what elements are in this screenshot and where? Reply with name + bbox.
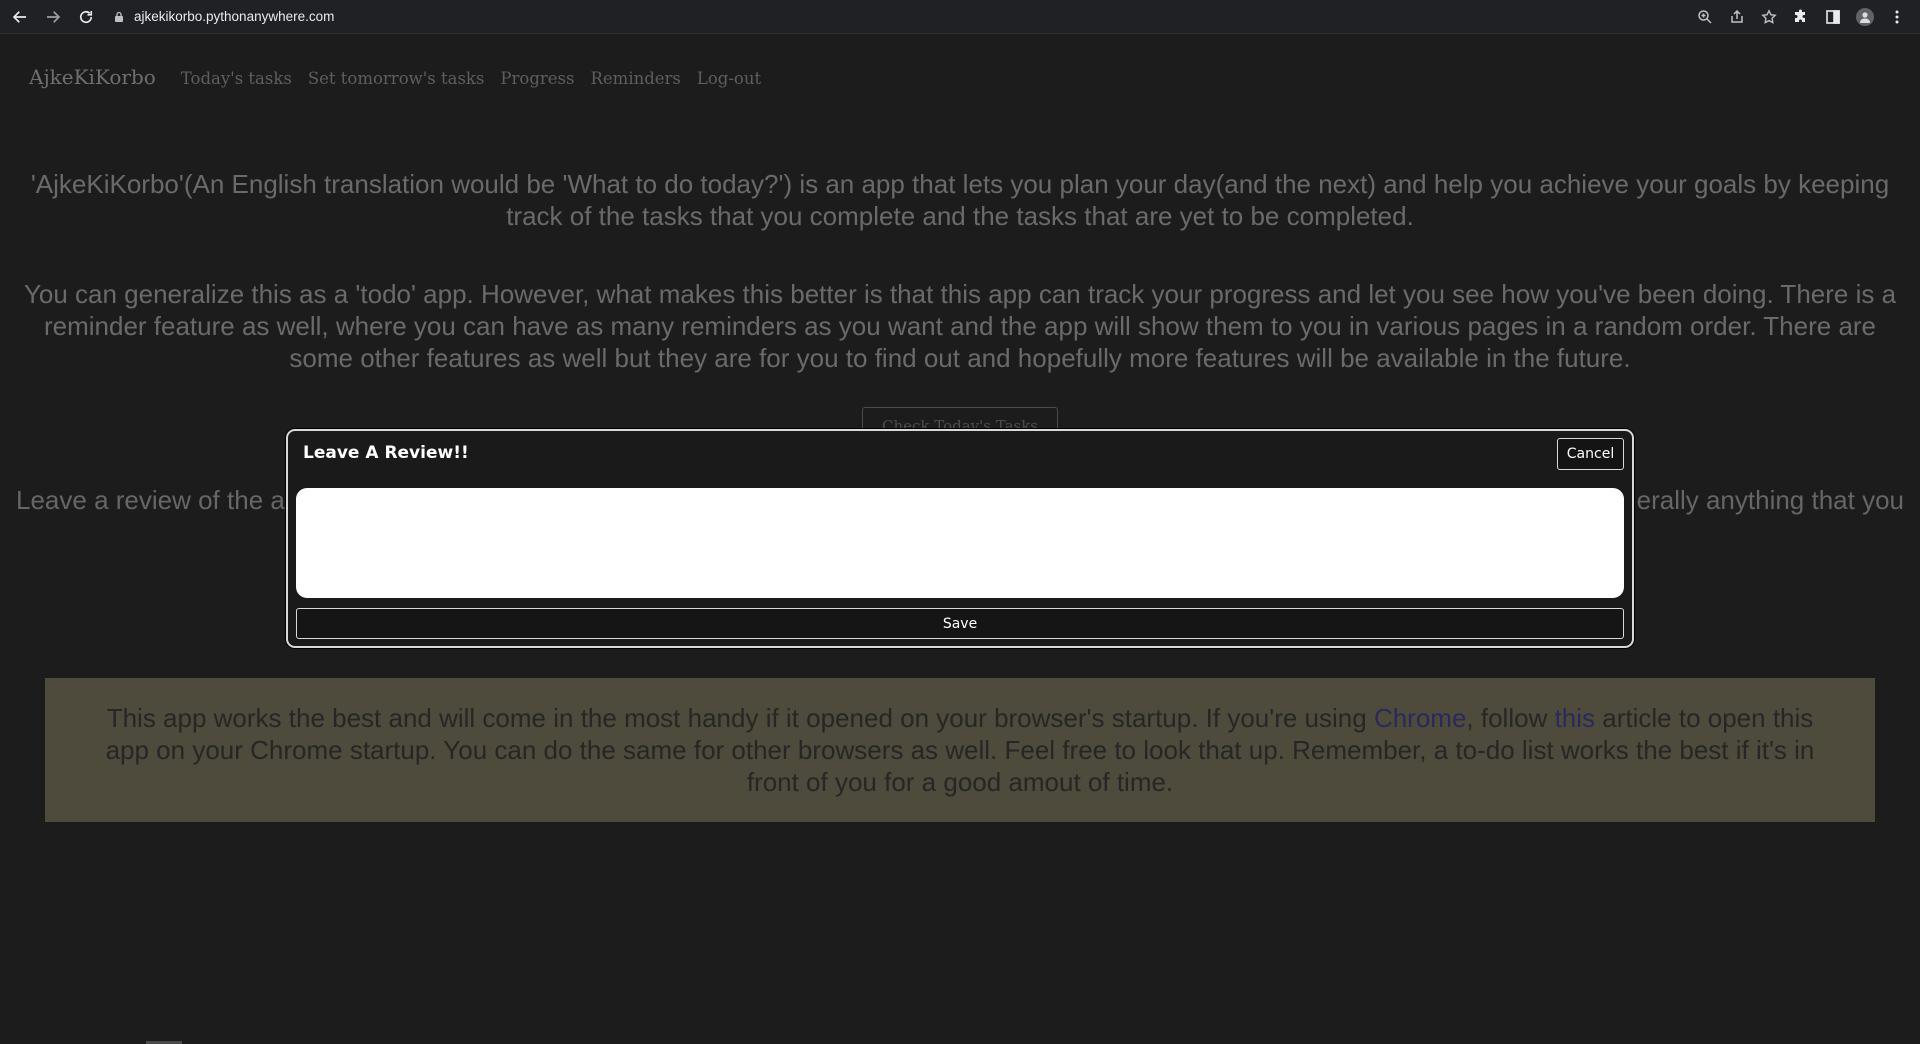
review-dialog: Leave A Review!! Cancel Save	[286, 429, 1634, 648]
forward-icon[interactable]	[40, 4, 66, 30]
nav-link-todays-tasks[interactable]: Today's tasks	[181, 69, 292, 88]
notice-text-part2: , follow	[1466, 703, 1555, 733]
back-icon[interactable]	[7, 4, 33, 30]
chrome-link[interactable]: Chrome	[1374, 703, 1466, 733]
dialog-title: Leave A Review!!	[303, 443, 469, 463]
zoom-icon[interactable]	[1696, 8, 1714, 26]
bookmark-star-icon[interactable]	[1760, 8, 1778, 26]
description-paragraph: You can generalize this as a 'todo' app.…	[23, 279, 1897, 373]
nav-link-progress[interactable]: Progress	[500, 69, 574, 88]
top-navigation: AjkeKiKorbo Today's tasks Set tomorrow's…	[29, 65, 777, 89]
nav-link-set-tomorrows-tasks[interactable]: Set tomorrow's tasks	[308, 69, 485, 88]
browser-menu-icon[interactable]	[1888, 8, 1906, 26]
review-prompt-start: Leave a review of the ap	[16, 485, 300, 515]
notice-text: This app works the best and will come in…	[85, 702, 1835, 798]
share-icon[interactable]	[1728, 8, 1746, 26]
brand-logo[interactable]: AjkeKiKorbo	[29, 65, 156, 89]
article-link[interactable]: this	[1555, 703, 1595, 733]
url-text: ajkekikorbo.pythonanywhere.com	[134, 9, 335, 24]
review-prompt-end: erally anything that you	[1636, 485, 1904, 515]
extensions-icon[interactable]	[1792, 8, 1810, 26]
save-button[interactable]: Save	[296, 608, 1624, 639]
notice-text-part1: This app works the best and will come in…	[106, 703, 1374, 733]
reload-icon[interactable]	[73, 4, 99, 30]
nav-link-reminders[interactable]: Reminders	[590, 69, 680, 88]
browser-toolbar: ajkekikorbo.pythonanywhere.com	[0, 0, 1920, 34]
startup-notice: This app works the best and will come in…	[45, 678, 1875, 822]
cancel-button[interactable]: Cancel	[1557, 438, 1624, 470]
profile-avatar-icon[interactable]	[1856, 8, 1874, 26]
lock-icon	[115, 11, 123, 22]
review-textarea[interactable]	[296, 488, 1624, 598]
nav-link-log-out[interactable]: Log-out	[697, 69, 761, 88]
address-bar[interactable]: ajkekikorbo.pythonanywhere.com	[113, 9, 334, 24]
intro-paragraph: 'AjkeKiKorbo'(An English translation wou…	[30, 169, 1890, 231]
side-panel-icon[interactable]	[1824, 8, 1842, 26]
